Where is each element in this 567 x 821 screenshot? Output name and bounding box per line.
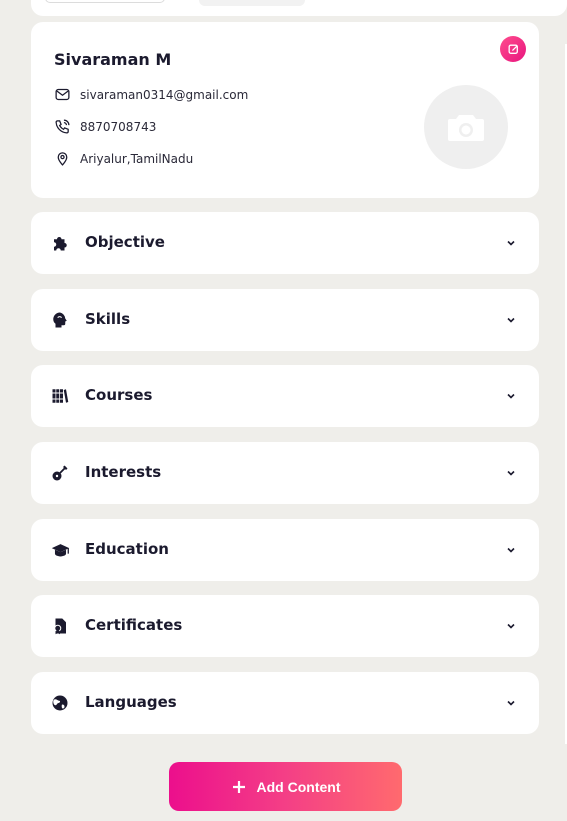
profile-location: Ariyalur,TamilNadu (80, 151, 194, 166)
section-skills[interactable]: Skills (31, 289, 539, 351)
certificate-icon (50, 616, 70, 636)
profile-photo-upload[interactable] (424, 85, 508, 169)
section-objective[interactable]: Objective (31, 212, 539, 274)
puzzle-icon (50, 233, 70, 253)
mail-icon (55, 88, 70, 101)
section-interests[interactable]: Interests (31, 442, 539, 504)
guitar-icon (50, 463, 70, 483)
add-content-label: Add Content (256, 778, 341, 795)
edit-icon (508, 44, 518, 54)
brain-head-icon (50, 310, 70, 330)
phone-icon (55, 119, 70, 134)
profile-name: Sivaraman M (54, 50, 172, 69)
section-courses[interactable]: Courses (31, 365, 539, 427)
section-title: Education (85, 540, 169, 558)
profile-card: Sivaraman M sivaraman0314@gmail.com 8870… (31, 22, 539, 198)
chevron-down-icon[interactable] (505, 390, 517, 402)
section-education[interactable]: Education (31, 519, 539, 581)
email-row: sivaraman0314@gmail.com (54, 86, 248, 103)
camera-icon (448, 115, 484, 141)
chevron-down-icon[interactable] (505, 620, 517, 632)
section-title: Courses (85, 386, 153, 404)
phone-row: 8870708743 (54, 118, 156, 135)
chevron-down-icon[interactable] (505, 314, 517, 326)
chevron-down-icon[interactable] (505, 544, 517, 556)
chevron-down-icon[interactable] (505, 697, 517, 709)
location-row: Ariyalur,TamilNadu (54, 150, 193, 167)
globe-icon (50, 693, 70, 713)
chevron-down-icon[interactable] (505, 467, 517, 479)
add-content-button[interactable]: Add Content (169, 762, 402, 811)
plus-icon (232, 780, 245, 793)
section-title: Objective (85, 233, 165, 251)
chevron-down-icon[interactable] (505, 237, 517, 249)
profile-phone: 8870708743 (80, 119, 157, 134)
section-title: Languages (85, 693, 177, 711)
top-tab-edge[interactable] (199, 0, 305, 6)
books-icon (50, 386, 70, 406)
section-title: Certificates (85, 616, 183, 634)
top-input-edge[interactable] (45, 0, 165, 3)
profile-email: sivaraman0314@gmail.com (80, 87, 249, 102)
section-title: Interests (85, 463, 162, 481)
location-pin-icon (57, 152, 68, 166)
top-toolbar-strip (31, 0, 567, 16)
graduation-cap-icon (50, 540, 70, 560)
section-title: Skills (85, 310, 131, 328)
edit-profile-button[interactable] (500, 36, 526, 62)
section-certificates[interactable]: Certificates (31, 595, 539, 657)
section-languages[interactable]: Languages (31, 672, 539, 734)
